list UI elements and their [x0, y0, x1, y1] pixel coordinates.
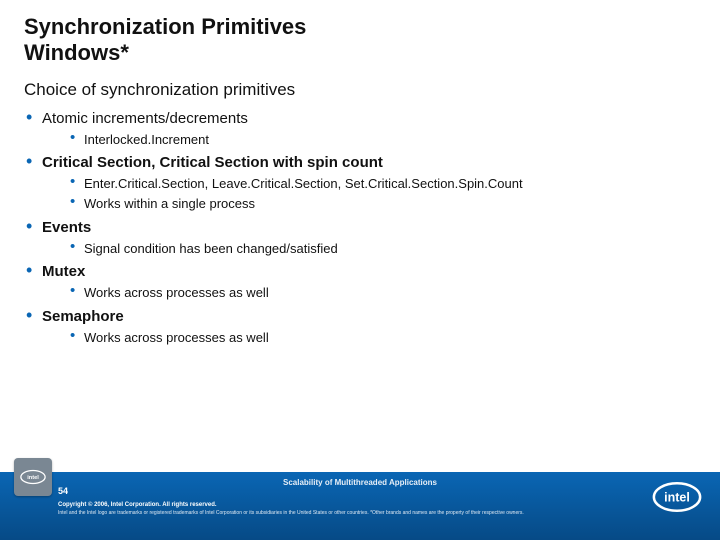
slide-title: Synchronization Primitives Windows*	[24, 14, 696, 66]
bullet-label: Mutex	[42, 263, 85, 280]
sub-bullet-list: Signal condition has been changed/satisf…	[70, 240, 696, 258]
bullet-label: Critical Section, Critical Section with …	[42, 154, 383, 171]
sub-bullet-item: Interlocked.Increment	[70, 131, 696, 149]
slide: Synchronization Primitives Windows* Choi…	[0, 0, 720, 540]
legal-block: Copyright © 2006, Intel Corporation. All…	[58, 502, 706, 516]
svg-text:intel: intel	[27, 475, 39, 481]
footer: Scalability of Multithreaded Application…	[0, 472, 720, 540]
copyright-text: Copyright © 2006, Intel Corporation. All…	[58, 502, 706, 508]
bullet-item: Events Signal condition has been changed/…	[26, 219, 696, 258]
sub-bullet-list: Interlocked.Increment	[70, 131, 696, 149]
sub-bullet-item: Works across processes as well	[70, 329, 696, 347]
sub-bullet-item: Works across processes as well	[70, 284, 696, 302]
title-line-2: Windows*	[24, 40, 129, 65]
sub-bullet-item: Signal condition has been changed/satisf…	[70, 240, 696, 258]
bullet-item: Semaphore Works across processes as well	[26, 308, 696, 347]
intel-logo-icon: intel	[20, 469, 46, 485]
sub-bullet-list: Works across processes as well	[70, 329, 696, 347]
sub-bullet-item: Works within a single process	[70, 195, 696, 213]
bullet-label: Events	[42, 219, 91, 236]
bullet-item: Mutex Works across processes as well	[26, 263, 696, 302]
sub-bullet-list: Enter.Critical.Section, Leave.Critical.S…	[70, 175, 696, 212]
sub-bullet-item: Enter.Critical.Section, Leave.Critical.S…	[70, 175, 696, 193]
slide-subtitle: Choice of synchronization primitives	[24, 80, 696, 100]
bullet-item: Critical Section, Critical Section with …	[26, 154, 696, 212]
sub-bullet-list: Works across processes as well	[70, 284, 696, 302]
bullet-list: Atomic increments/decrements Interlocked.…	[26, 110, 696, 346]
legal-text: Intel and the Intel logo are trademarks …	[58, 510, 706, 516]
content-area: Synchronization Primitives Windows* Choi…	[0, 0, 720, 472]
page-number: 54	[58, 486, 68, 496]
footer-tagline: Scalability of Multithreaded Application…	[14, 476, 706, 487]
title-line-1: Synchronization Primitives	[24, 14, 306, 39]
bullet-item: Atomic increments/decrements Interlocked.…	[26, 110, 696, 149]
bullet-label: Atomic increments/decrements	[42, 110, 248, 127]
bullet-label: Semaphore	[42, 308, 124, 325]
software-badge: intel	[14, 458, 52, 496]
